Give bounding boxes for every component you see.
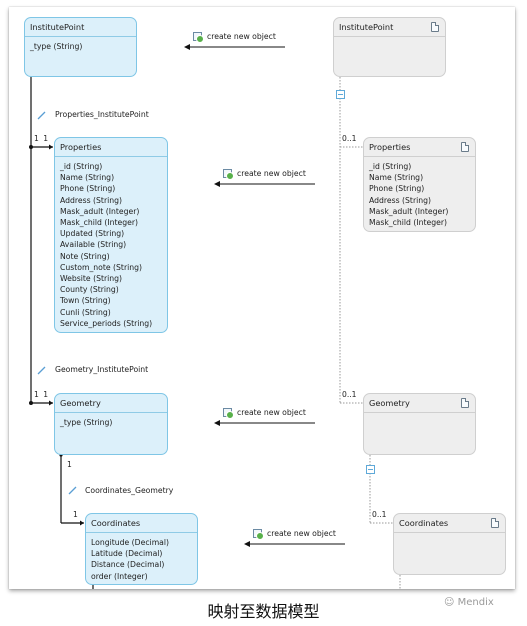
assoc-dot-geometry [29,401,33,405]
attribute[interactable]: Available (String) [60,239,167,250]
attribute[interactable]: Town (String) [60,295,167,306]
arrowhead-2 [214,181,220,187]
watermark: ☺ Mendix [444,597,494,608]
entity-coordinates[interactable]: Coordinates Longitude (Decimal) Latitude… [85,513,198,585]
attribute[interactable]: Distance (Decimal) [91,559,197,570]
mapping-entity-institutepoint[interactable]: InstitutePoint [333,17,446,77]
mapping-entity-properties[interactable]: Properties _id (String) Name (String) Ph… [363,137,476,232]
attribute[interactable]: Phone (String) [60,183,167,194]
multiplicity-mapping-geometry: 0..1 [342,390,357,399]
attribute[interactable]: Mask_adult (Integer) [60,206,167,217]
attribute-list: _id (String) Name (String) Phone (String… [55,157,167,329]
attribute[interactable]: _id (String) [60,161,167,172]
attribute[interactable]: Website (String) [60,273,167,284]
entity-title: Properties [55,138,167,157]
attribute[interactable]: Service_periods (String) [60,318,167,329]
entity-title: Geometry [364,394,475,413]
attribute-list: _id (String) Name (String) Phone (String… [364,157,475,228]
attribute[interactable]: Name (String) [60,172,167,183]
association-label-geometry-institutepoint[interactable]: Geometry_InstitutePoint [55,365,148,374]
attribute[interactable]: Updated (String) [60,228,167,239]
entity-geometry[interactable]: Geometry _type (String) [54,393,168,455]
assoc-arrowhead-coordinates [80,520,84,526]
create-object-icon [223,408,234,419]
entity-title: Coordinates [394,514,505,533]
attribute[interactable]: Address (String) [60,195,167,206]
domain-model-canvas: InstitutePoint _type (String) Properties… [9,7,515,589]
attribute[interactable]: Cunli (String) [60,307,167,318]
attribute[interactable]: order (Integer) [91,571,197,582]
document-icon [491,518,499,528]
attribute[interactable]: _type (String) [30,41,136,52]
create-new-object-label: create new object [237,169,306,178]
entity-title: InstitutePoint [334,18,445,37]
association-label-coordinates-geometry[interactable]: Coordinates_Geometry [85,486,173,495]
attribute[interactable]: Mask_child (Integer) [60,217,167,228]
entity-instituteppoint[interactable]: InstitutePoint _type (String) [24,17,137,77]
multiplicity-properties: 1 1 [34,134,50,143]
association-icon [37,366,46,375]
multiplicity-geometry: 1 1 [34,390,50,399]
attribute[interactable]: Longitude (Decimal) [91,537,197,548]
association-icon [68,486,77,495]
arrowhead-4 [244,541,250,547]
multiplicity-geometry-parent: 1 [67,460,73,469]
create-new-object-label: create new object [237,408,306,417]
watermark-text: Mendix [457,597,494,608]
entity-title: Properties [364,138,475,157]
document-icon [461,398,469,408]
expand-icon[interactable] [366,465,375,474]
document-icon [431,22,439,32]
expand-icon[interactable] [336,90,345,99]
association-icon [37,111,46,120]
multiplicity-mapping-properties: 0..1 [342,134,357,143]
multiplicity-mapping-coordinates: 0..1 [372,510,387,519]
attribute-list: Longitude (Decimal) Latitude (Decimal) D… [86,533,197,582]
association-label-properties-institutepoint[interactable]: Properties_InstitutePoint [55,110,149,119]
create-object-icon [223,169,234,180]
assoc-dot-properties [29,145,33,149]
assoc-arrowhead-geometry [49,400,53,406]
create-object-icon [193,32,204,43]
entity-properties[interactable]: Properties _id (String) Name (String) Ph… [54,137,168,333]
arrowhead-3 [214,420,220,426]
assoc-arrowhead-properties [49,144,53,150]
mapping-entity-geometry[interactable]: Geometry [363,393,476,455]
attribute[interactable]: _id (String) [369,161,475,172]
attribute[interactable]: Note (String) [60,251,167,262]
attribute-list: _type (String) [55,413,167,428]
multiplicity-coordinates-child: 1 [73,510,79,519]
attribute[interactable]: Address (String) [369,195,475,206]
entity-title: InstitutePoint [25,18,136,37]
attribute[interactable]: County (String) [60,284,167,295]
entity-title: Geometry [55,394,167,413]
document-icon [461,142,469,152]
attribute[interactable]: Phone (String) [369,183,475,194]
mapping-entity-coordinates[interactable]: Coordinates [393,513,506,575]
attribute[interactable]: Name (String) [369,172,475,183]
create-new-object-label: create new object [207,32,276,41]
attribute[interactable]: Latitude (Decimal) [91,548,197,559]
attribute[interactable]: _type (String) [60,417,167,428]
attribute[interactable]: Custom_note (String) [60,262,167,273]
attribute-list: _type (String) [25,37,136,52]
create-object-icon [253,529,264,540]
arrowhead-1 [184,44,190,50]
attribute[interactable]: Mask_child (Integer) [369,217,475,228]
create-new-object-label: create new object [267,529,336,538]
attribute[interactable]: Mask_adult (Integer) [369,206,475,217]
entity-title: Coordinates [86,514,197,533]
wechat-icon: ☺ [444,597,458,608]
